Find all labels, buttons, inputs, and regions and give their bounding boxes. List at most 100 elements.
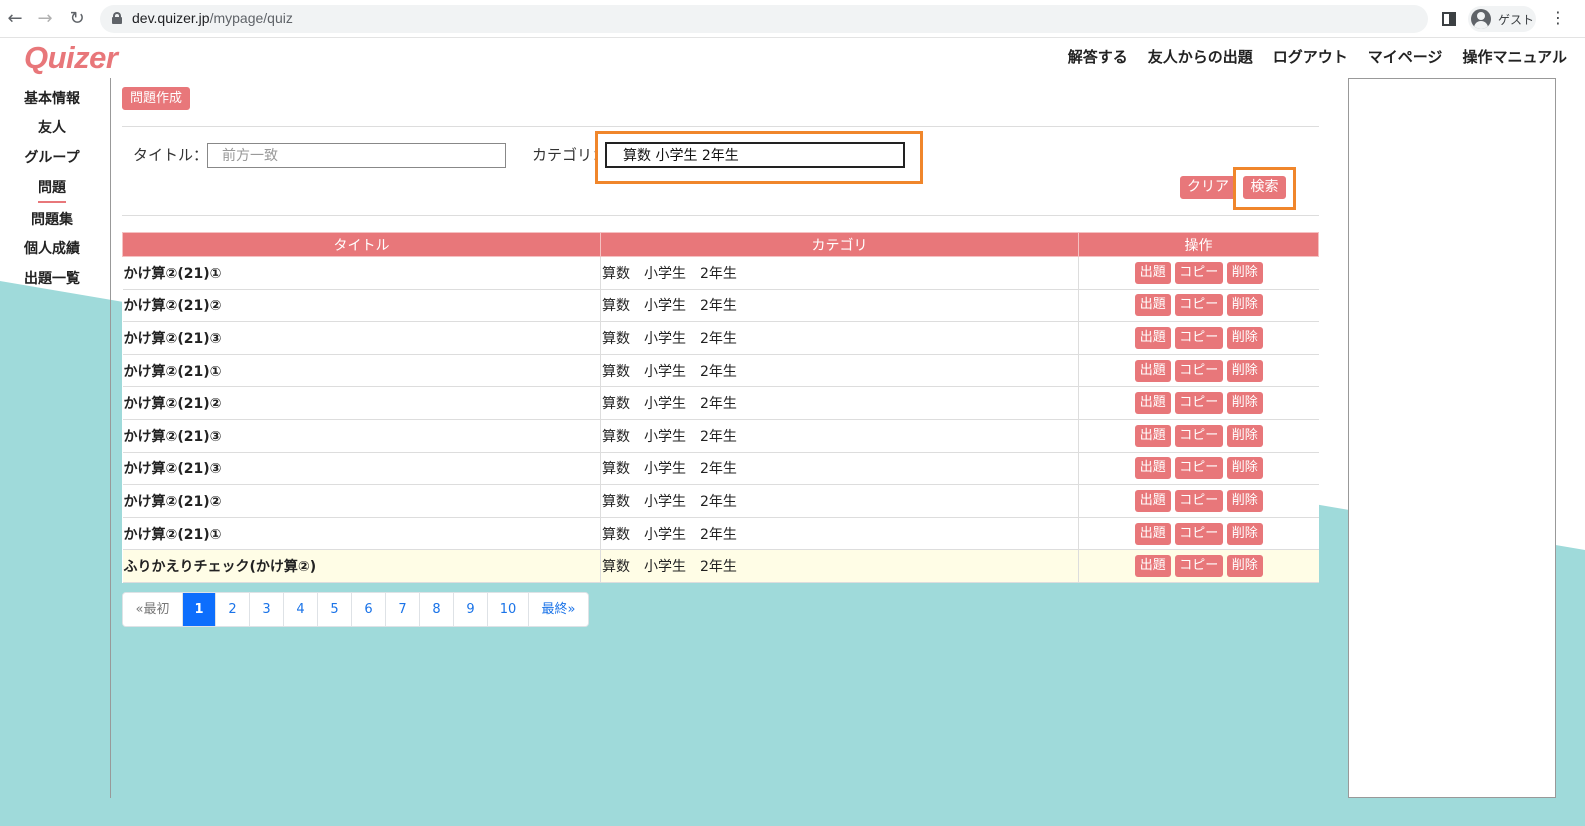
row-title[interactable]: かけ算②(21)②	[122, 289, 601, 323]
page-link-6[interactable]: 6	[352, 593, 386, 626]
top-navigation: 解答する 友人からの出題 ログアウト マイページ 操作マニュアル	[1068, 46, 1567, 67]
issue-button[interactable]: 出題	[1134, 522, 1171, 545]
table-row: かけ算②(21)① 算数 小学生 2年生 出題 コピー 削除	[122, 256, 1319, 290]
copy-button[interactable]: コピー	[1174, 261, 1223, 284]
forward-arrow-icon[interactable]: →	[34, 8, 56, 30]
page-link-10[interactable]: 10	[488, 593, 529, 626]
header-category: カテゴリ	[600, 232, 1079, 257]
search-button[interactable]: 検索	[1243, 176, 1286, 199]
table-row: かけ算②(21)③ 算数 小学生 2年生 出題 コピー 削除	[122, 419, 1319, 453]
row-category: 算数 小学生 2年生	[600, 256, 1079, 290]
page-link-3[interactable]: 3	[250, 593, 284, 626]
browser-toolbar: ← → ↻ dev.quizer.jp/mypage/quiz ゲスト ⋮	[0, 0, 1585, 38]
page-first-link[interactable]: «最初	[123, 593, 183, 626]
table-row: かけ算②(21)① 算数 小学生 2年生 出題 コピー 削除	[122, 517, 1319, 551]
table-body: かけ算②(21)① 算数 小学生 2年生 出題 コピー 削除 かけ算②(21)② 算数 小学…	[122, 256, 1319, 583]
issue-button[interactable]: 出題	[1134, 294, 1171, 317]
copy-button[interactable]: コピー	[1174, 326, 1223, 349]
issue-button[interactable]: 出題	[1134, 392, 1171, 415]
delete-button[interactable]: 削除	[1226, 522, 1263, 545]
delete-button[interactable]: 削除	[1226, 457, 1263, 480]
divider	[122, 215, 1319, 216]
row-title[interactable]: かけ算②(21)③	[122, 452, 601, 486]
nav-logout[interactable]: ログアウト	[1273, 46, 1348, 67]
title-search-input[interactable]	[207, 143, 506, 168]
issue-button[interactable]: 出題	[1134, 489, 1171, 512]
page-link-2[interactable]: 2	[216, 593, 250, 626]
delete-button[interactable]: 削除	[1226, 326, 1263, 349]
row-operations: 出題 コピー 削除	[1078, 386, 1319, 420]
create-question-button[interactable]: 問題作成	[122, 87, 190, 110]
category-search-input[interactable]	[605, 142, 905, 168]
header-operations: 操作	[1078, 232, 1319, 257]
page-last-link[interactable]: 最終»	[529, 593, 588, 626]
reload-icon[interactable]: ↻	[66, 8, 88, 30]
page-link-9[interactable]: 9	[454, 593, 488, 626]
delete-button[interactable]: 削除	[1226, 294, 1263, 317]
clear-button[interactable]: クリア	[1180, 176, 1236, 199]
sidebar-divider	[110, 78, 111, 798]
nav-friend-questions[interactable]: 友人からの出題	[1148, 46, 1253, 67]
delete-button[interactable]: 削除	[1226, 555, 1263, 578]
copy-button[interactable]: コピー	[1174, 457, 1223, 480]
side-panel-icon[interactable]	[1442, 12, 1456, 26]
copy-button[interactable]: コピー	[1174, 359, 1223, 382]
copy-button[interactable]: コピー	[1174, 392, 1223, 415]
more-menu-icon[interactable]: ⋮	[1550, 8, 1566, 28]
row-category: 算数 小学生 2年生	[600, 354, 1079, 388]
issue-button[interactable]: 出題	[1134, 555, 1171, 578]
quizer-logo[interactable]: Quizer	[24, 40, 118, 76]
issue-button[interactable]: 出題	[1134, 359, 1171, 382]
copy-button[interactable]: コピー	[1174, 489, 1223, 512]
delete-button[interactable]: 削除	[1226, 489, 1263, 512]
url-text: dev.quizer.jp/mypage/quiz	[132, 10, 293, 26]
nav-manual[interactable]: 操作マニュアル	[1462, 46, 1567, 67]
issue-button[interactable]: 出題	[1134, 261, 1171, 284]
row-operations: 出題 コピー 削除	[1078, 321, 1319, 355]
row-title[interactable]: かけ算②(21)①	[122, 354, 601, 388]
nav-answer[interactable]: 解答する	[1068, 46, 1128, 67]
nav-mypage[interactable]: マイページ	[1368, 46, 1443, 67]
issue-button[interactable]: 出題	[1134, 457, 1171, 480]
row-title[interactable]: かけ算②(21)②	[122, 386, 601, 420]
table-row: かけ算②(21)① 算数 小学生 2年生 出題 コピー 削除	[122, 354, 1319, 388]
issue-button[interactable]: 出題	[1134, 326, 1171, 349]
row-title[interactable]: かけ算②(21)③	[122, 419, 601, 453]
row-title[interactable]: かけ算②(21)②	[122, 484, 601, 518]
right-ad-panel	[1348, 78, 1556, 798]
copy-button[interactable]: コピー	[1174, 294, 1223, 317]
back-arrow-icon[interactable]: ←	[4, 8, 26, 30]
row-title[interactable]: ふりかえりチェック(かけ算②)	[122, 549, 601, 583]
table-row: かけ算②(21)② 算数 小学生 2年生 出題 コピー 削除	[122, 289, 1319, 323]
page-link-5[interactable]: 5	[318, 593, 352, 626]
row-title[interactable]: かけ算②(21)①	[122, 256, 601, 290]
table-header-row: タイトル カテゴリ 操作	[122, 232, 1319, 257]
sidebar-item-question-sets[interactable]: 問題集	[0, 209, 104, 229]
profile-button[interactable]: ゲスト	[1468, 6, 1536, 32]
delete-button[interactable]: 削除	[1226, 359, 1263, 382]
page-link-4[interactable]: 4	[284, 593, 318, 626]
page-link-1[interactable]: 1	[183, 593, 216, 626]
delete-button[interactable]: 削除	[1226, 261, 1263, 284]
page-link-8[interactable]: 8	[420, 593, 454, 626]
row-category: 算数 小学生 2年生	[600, 452, 1079, 486]
copy-button[interactable]: コピー	[1174, 424, 1223, 447]
lock-icon	[112, 12, 122, 24]
sidebar-item-question-list[interactable]: 出題一覧	[0, 268, 104, 288]
row-category: 算数 小学生 2年生	[600, 321, 1079, 355]
issue-button[interactable]: 出題	[1134, 424, 1171, 447]
delete-button[interactable]: 削除	[1226, 424, 1263, 447]
address-bar[interactable]: dev.quizer.jp/mypage/quiz	[100, 5, 1428, 33]
row-operations: 出題 コピー 削除	[1078, 549, 1319, 583]
page-link-7[interactable]: 7	[386, 593, 420, 626]
row-title[interactable]: かけ算②(21)①	[122, 517, 601, 551]
sidebar-item-groups[interactable]: グループ	[0, 147, 104, 167]
copy-button[interactable]: コピー	[1174, 555, 1223, 578]
sidebar-item-friends[interactable]: 友人	[0, 117, 104, 137]
sidebar-item-basic-info[interactable]: 基本情報	[0, 88, 104, 108]
row-title[interactable]: かけ算②(21)③	[122, 321, 601, 355]
sidebar-item-personal-results[interactable]: 個人成績	[0, 238, 104, 258]
delete-button[interactable]: 削除	[1226, 392, 1263, 415]
sidebar-item-questions[interactable]: 問題	[0, 177, 104, 203]
copy-button[interactable]: コピー	[1174, 522, 1223, 545]
